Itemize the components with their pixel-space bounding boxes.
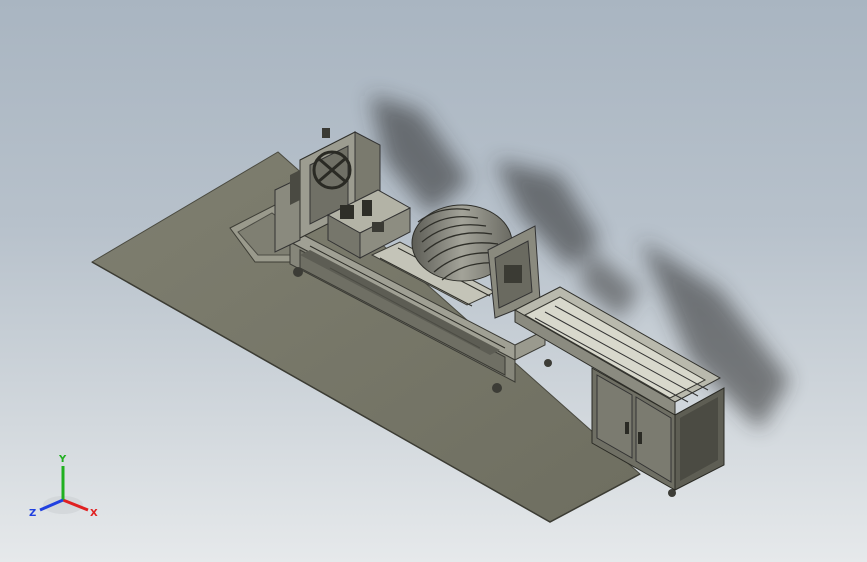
cabinet-door-handle[interactable] [625, 422, 629, 434]
y-axis-label: Y [58, 454, 67, 465]
cad-model-view[interactable]: Y X Z [0, 0, 867, 562]
z-axis-label: Z [29, 508, 36, 519]
x-axis-label: X [90, 508, 98, 519]
3d-viewport[interactable]: Y X Z [0, 0, 867, 562]
axis-triad[interactable]: Y X Z [29, 454, 98, 519]
